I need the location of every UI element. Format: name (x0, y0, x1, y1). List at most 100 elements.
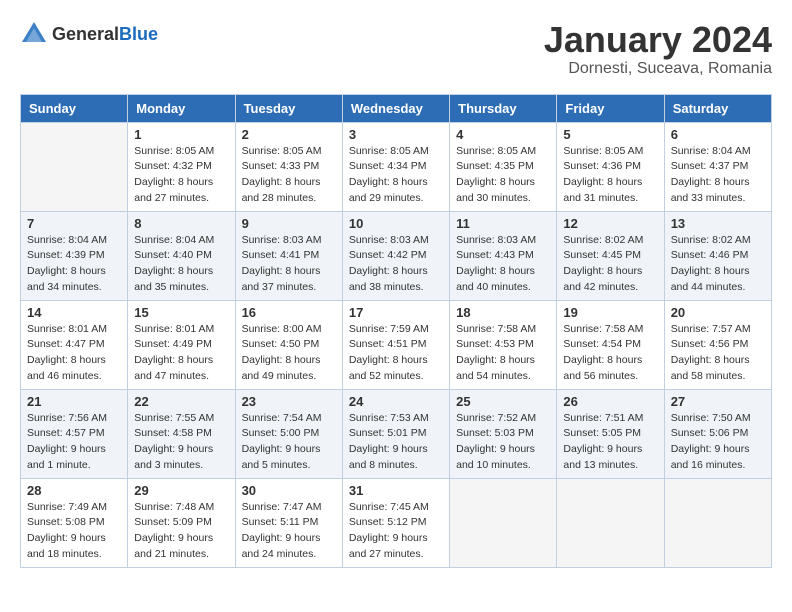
calendar-week-row: 7 Sunrise: 8:04 AMSunset: 4:39 PMDaylight… (21, 211, 772, 300)
day-number: 31 (349, 483, 443, 498)
calendar-week-row: 21 Sunrise: 7:56 AMSunset: 4:57 PMDayligh… (21, 389, 772, 478)
calendar-day-header: Monday (128, 94, 235, 122)
day-info: Sunrise: 7:45 AMSunset: 5:12 PMDaylight:… (349, 500, 443, 563)
calendar-day-cell: 31 Sunrise: 7:45 AMSunset: 5:12 PMDayligh… (342, 478, 449, 567)
day-info: Sunrise: 8:03 AMSunset: 4:42 PMDaylight:… (349, 233, 443, 296)
day-info: Sunrise: 7:54 AMSunset: 5:00 PMDaylight:… (242, 411, 336, 474)
calendar-day-cell: 12 Sunrise: 8:02 AMSunset: 4:45 PMDayligh… (557, 211, 664, 300)
month-title: January 2024 (544, 20, 772, 60)
day-info: Sunrise: 8:05 AMSunset: 4:35 PMDaylight:… (456, 144, 550, 207)
day-number: 1 (134, 127, 228, 142)
calendar-day-cell: 5 Sunrise: 8:05 AMSunset: 4:36 PMDaylight… (557, 122, 664, 211)
day-info: Sunrise: 8:04 AMSunset: 4:40 PMDaylight:… (134, 233, 228, 296)
day-number: 16 (242, 305, 336, 320)
calendar-day-cell: 22Sunrise: 7:55 AMSunset: 4:58 PMDayligh… (128, 389, 235, 478)
day-info: Sunrise: 8:01 AMSunset: 4:49 PMDaylight:… (134, 322, 228, 385)
day-info: Sunrise: 8:05 AMSunset: 4:34 PMDaylight:… (349, 144, 443, 207)
day-number: 2 (242, 127, 336, 142)
day-number: 9 (242, 216, 336, 231)
day-number: 6 (671, 127, 765, 142)
day-info: Sunrise: 7:57 AMSunset: 4:56 PMDaylight:… (671, 322, 765, 385)
day-number: 14 (27, 305, 121, 320)
day-number: 17 (349, 305, 443, 320)
location-text: Dornesti, Suceava, Romania (544, 60, 772, 78)
day-info: Sunrise: 8:05 AMSunset: 4:36 PMDaylight:… (563, 144, 657, 207)
day-number: 29 (134, 483, 228, 498)
day-info: Sunrise: 7:47 AMSunset: 5:11 PMDaylight:… (242, 500, 336, 563)
calendar-day-cell: 3 Sunrise: 8:05 AMSunset: 4:34 PMDaylight… (342, 122, 449, 211)
day-number: 24 (349, 394, 443, 409)
day-info: Sunrise: 7:56 AMSunset: 4:57 PMDaylight:… (27, 411, 121, 474)
day-info: Sunrise: 7:50 AMSunset: 5:06 PMDaylight:… (671, 411, 765, 474)
day-number: 4 (456, 127, 550, 142)
day-number: 10 (349, 216, 443, 231)
day-info: Sunrise: 7:53 AMSunset: 5:01 PMDaylight:… (349, 411, 443, 474)
day-info: Sunrise: 8:02 AMSunset: 4:45 PMDaylight:… (563, 233, 657, 296)
day-number: 23 (242, 394, 336, 409)
calendar-day-header: Sunday (21, 94, 128, 122)
day-info: Sunrise: 8:05 AMSunset: 4:32 PMDaylight:… (134, 144, 228, 207)
calendar-day-cell: 4 Sunrise: 8:05 AMSunset: 4:35 PMDaylight… (450, 122, 557, 211)
calendar-week-row: 14Sunrise: 8:01 AMSunset: 4:47 PMDayligh… (21, 300, 772, 389)
calendar-day-cell: 28Sunrise: 7:49 AMSunset: 5:08 PMDayligh… (21, 478, 128, 567)
day-info: Sunrise: 8:05 AMSunset: 4:33 PMDaylight:… (242, 144, 336, 207)
calendar-week-row: 28Sunrise: 7:49 AMSunset: 5:08 PMDayligh… (21, 478, 772, 567)
calendar-day-cell: 9 Sunrise: 8:03 AMSunset: 4:41 PMDaylight… (235, 211, 342, 300)
day-number: 8 (134, 216, 228, 231)
calendar-day-cell (664, 478, 771, 567)
calendar-day-cell: 16 Sunrise: 8:00 AMSunset: 4:50 PMDayligh… (235, 300, 342, 389)
calendar-day-cell: 6 Sunrise: 8:04 AMSunset: 4:37 PMDaylight… (664, 122, 771, 211)
day-info: Sunrise: 8:00 AMSunset: 4:50 PMDaylight:… (242, 322, 336, 385)
day-number: 3 (349, 127, 443, 142)
day-number: 5 (563, 127, 657, 142)
calendar-week-row: 1 Sunrise: 8:05 AMSunset: 4:32 PMDaylight… (21, 122, 772, 211)
day-number: 27 (671, 394, 765, 409)
logo-icon (20, 20, 48, 48)
day-info: Sunrise: 7:52 AMSunset: 5:03 PMDaylight:… (456, 411, 550, 474)
calendar-day-header: Thursday (450, 94, 557, 122)
calendar-day-cell: 14Sunrise: 8:01 AMSunset: 4:47 PMDayligh… (21, 300, 128, 389)
calendar-day-cell: 13Sunrise: 8:02 AMSunset: 4:46 PMDayligh… (664, 211, 771, 300)
calendar-day-cell: 10 Sunrise: 8:03 AMSunset: 4:42 PMDayligh… (342, 211, 449, 300)
calendar-table: SundayMondayTuesdayWednesdayThursdayFrid… (20, 94, 772, 568)
day-info: Sunrise: 7:58 AMSunset: 4:54 PMDaylight:… (563, 322, 657, 385)
page-header: GeneralBlue January 2024 Dornesti, Sucea… (20, 20, 772, 78)
day-number: 26 (563, 394, 657, 409)
calendar-header-row: SundayMondayTuesdayWednesdayThursdayFrid… (21, 94, 772, 122)
calendar-day-cell: 7 Sunrise: 8:04 AMSunset: 4:39 PMDaylight… (21, 211, 128, 300)
calendar-day-cell: 27 Sunrise: 7:50 AMSunset: 5:06 PMDayligh… (664, 389, 771, 478)
calendar-day-header: Wednesday (342, 94, 449, 122)
calendar-day-cell: 23 Sunrise: 7:54 AMSunset: 5:00 PMDayligh… (235, 389, 342, 478)
day-info: Sunrise: 8:04 AMSunset: 4:37 PMDaylight:… (671, 144, 765, 207)
day-info: Sunrise: 7:58 AMSunset: 4:53 PMDaylight:… (456, 322, 550, 385)
day-number: 7 (27, 216, 121, 231)
day-info: Sunrise: 8:04 AMSunset: 4:39 PMDaylight:… (27, 233, 121, 296)
calendar-day-cell: 15 Sunrise: 8:01 AMSunset: 4:49 PMDayligh… (128, 300, 235, 389)
calendar-day-cell: 21 Sunrise: 7:56 AMSunset: 4:57 PMDayligh… (21, 389, 128, 478)
calendar-day-cell: 18Sunrise: 7:58 AMSunset: 4:53 PMDayligh… (450, 300, 557, 389)
day-info: Sunrise: 8:03 AMSunset: 4:41 PMDaylight:… (242, 233, 336, 296)
calendar-day-cell: 26Sunrise: 7:51 AMSunset: 5:05 PMDayligh… (557, 389, 664, 478)
calendar-day-header: Friday (557, 94, 664, 122)
calendar-day-header: Tuesday (235, 94, 342, 122)
logo: GeneralBlue (20, 20, 158, 48)
day-number: 12 (563, 216, 657, 231)
day-info: Sunrise: 7:55 AMSunset: 4:58 PMDaylight:… (134, 411, 228, 474)
title-block: January 2024 Dornesti, Suceava, Romania (544, 20, 772, 78)
calendar-day-cell: 20 Sunrise: 7:57 AMSunset: 4:56 PMDayligh… (664, 300, 771, 389)
day-number: 25 (456, 394, 550, 409)
day-number: 20 (671, 305, 765, 320)
day-number: 15 (134, 305, 228, 320)
calendar-day-cell (21, 122, 128, 211)
calendar-day-cell: 19Sunrise: 7:58 AMSunset: 4:54 PMDayligh… (557, 300, 664, 389)
day-number: 21 (27, 394, 121, 409)
logo-general-text: General (52, 24, 119, 44)
calendar-day-cell: 11Sunrise: 8:03 AMSunset: 4:43 PMDayligh… (450, 211, 557, 300)
calendar-day-cell: 30 Sunrise: 7:47 AMSunset: 5:11 PMDayligh… (235, 478, 342, 567)
day-number: 30 (242, 483, 336, 498)
day-info: Sunrise: 8:03 AMSunset: 4:43 PMDaylight:… (456, 233, 550, 296)
day-info: Sunrise: 7:49 AMSunset: 5:08 PMDaylight:… (27, 500, 121, 563)
day-info: Sunrise: 7:59 AMSunset: 4:51 PMDaylight:… (349, 322, 443, 385)
calendar-day-cell: 2 Sunrise: 8:05 AMSunset: 4:33 PMDaylight… (235, 122, 342, 211)
calendar-day-cell: 29Sunrise: 7:48 AMSunset: 5:09 PMDayligh… (128, 478, 235, 567)
